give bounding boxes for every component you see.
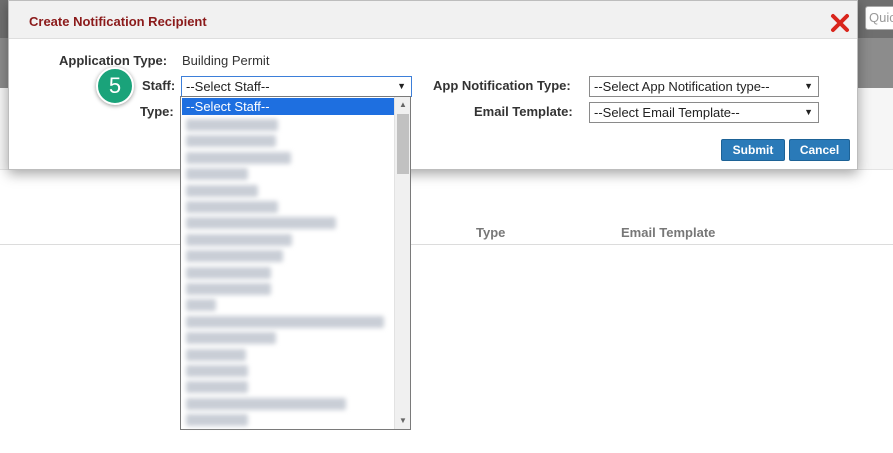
scrollbar-thumb[interactable] xyxy=(397,114,409,174)
table-header-row xyxy=(0,220,893,245)
staff-option-redacted[interactable] xyxy=(186,151,291,164)
staff-option-redacted[interactable] xyxy=(186,184,258,197)
quick-search-input[interactable]: Quic xyxy=(865,6,893,30)
staff-option-redacted[interactable] xyxy=(186,315,384,328)
step-number-badge: 5 xyxy=(96,67,134,105)
staff-option-redacted[interactable] xyxy=(186,250,283,263)
column-header-email-template[interactable]: Email Template xyxy=(621,225,715,240)
staff-option-redacted[interactable] xyxy=(186,233,292,246)
staff-option-redacted[interactable] xyxy=(186,332,276,345)
type-label: Type: xyxy=(140,104,174,119)
scroll-down-arrow-icon[interactable]: ▼ xyxy=(395,414,411,428)
dialog-title: Create Notification Recipient xyxy=(29,14,207,29)
cancel-button[interactable]: Cancel xyxy=(789,139,850,161)
staff-dropdown-list[interactable]: --Select Staff-- ▲ ▼ xyxy=(180,96,411,430)
dropdown-scrollbar[interactable]: ▲ ▼ xyxy=(394,97,410,429)
app-notification-type-label: App Notification Type: xyxy=(433,78,571,93)
chevron-down-icon: ▼ xyxy=(397,81,406,91)
staff-option-redacted[interactable] xyxy=(186,414,248,427)
close-icon[interactable] xyxy=(830,13,850,33)
staff-option-redacted[interactable] xyxy=(186,168,248,181)
app-notification-type-value: --Select App Notification type-- xyxy=(594,79,770,94)
application-type-value: Building Permit xyxy=(182,53,270,68)
staff-option-redacted[interactable] xyxy=(186,381,248,394)
staff-label: Staff: xyxy=(142,78,176,93)
staff-option-redacted[interactable] xyxy=(186,201,278,213)
email-template-select[interactable]: --Select Email Template-- ▼ xyxy=(589,102,819,123)
email-template-value: --Select Email Template-- xyxy=(594,105,740,120)
staff-select-value: --Select Staff-- xyxy=(186,79,270,94)
staff-option-redacted[interactable] xyxy=(186,135,276,148)
staff-option-redacted[interactable] xyxy=(186,119,278,131)
create-notification-recipient-dialog: Create Notification Recipient Applicatio… xyxy=(8,0,858,170)
email-template-label: Email Template: xyxy=(474,104,573,119)
staff-option-redacted[interactable] xyxy=(186,266,271,279)
staff-option-redacted[interactable] xyxy=(186,365,248,377)
app-notification-type-select[interactable]: --Select App Notification type-- ▼ xyxy=(589,76,819,97)
staff-option-highlighted[interactable]: --Select Staff-- xyxy=(182,98,394,115)
staff-option-redacted[interactable] xyxy=(186,348,246,361)
staff-option-redacted[interactable] xyxy=(186,299,216,312)
column-header-type[interactable]: Type xyxy=(476,225,505,240)
submit-button[interactable]: Submit xyxy=(721,139,785,161)
staff-select[interactable]: --Select Staff-- ▼ xyxy=(181,76,412,97)
chevron-down-icon: ▼ xyxy=(804,81,813,91)
dialog-title-bar: Create Notification Recipient xyxy=(9,1,857,39)
chevron-down-icon: ▼ xyxy=(804,107,813,117)
application-type-label: Application Type: xyxy=(59,53,168,68)
staff-option-redacted[interactable] xyxy=(186,397,346,410)
staff-option-redacted[interactable] xyxy=(186,283,271,295)
staff-option-redacted[interactable] xyxy=(186,217,336,230)
scroll-up-arrow-icon[interactable]: ▲ xyxy=(395,98,411,112)
